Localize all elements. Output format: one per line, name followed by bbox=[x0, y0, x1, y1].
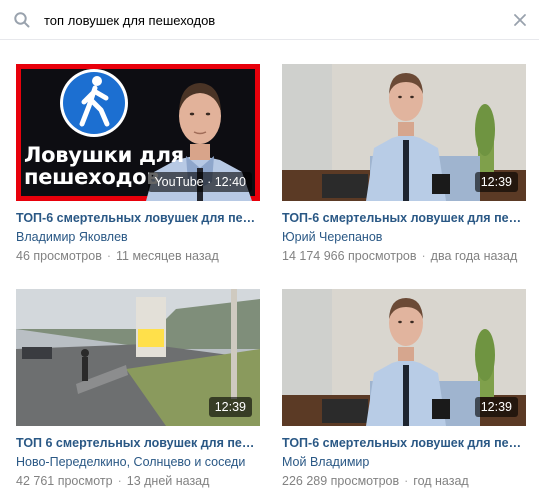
video-meta: 42 761 просмотр · 13 дней назад bbox=[16, 473, 260, 489]
search-input[interactable] bbox=[44, 9, 484, 31]
upload-age: два года назад bbox=[430, 249, 518, 263]
separator: · bbox=[117, 474, 122, 488]
video-meta: 226 289 просмотров · год назад bbox=[282, 473, 526, 489]
upload-age: 13 дней назад bbox=[126, 474, 210, 488]
duration-badge: 12:39 bbox=[474, 397, 518, 417]
close-icon[interactable] bbox=[512, 12, 528, 28]
upload-age: 11 месяцев назад bbox=[116, 249, 219, 263]
video-thumbnail[interactable]: 12:39 bbox=[16, 289, 260, 426]
channel-link[interactable]: Юрий Черепанов bbox=[282, 229, 526, 245]
channel-link[interactable]: Мой Владимир bbox=[282, 454, 526, 470]
video-title[interactable]: ТОП-6 смертельных ловушек для пешеходов bbox=[282, 435, 526, 451]
view-count: 14 174 966 просмотров bbox=[282, 249, 417, 263]
channel-link[interactable]: Владимир Яковлев bbox=[16, 229, 260, 245]
video-meta: 14 174 966 просмотров · два года назад bbox=[282, 248, 526, 264]
upload-age: год назад bbox=[413, 474, 469, 488]
video-card: 12:39 ТОП-6 смертельных ловушек для пеше… bbox=[282, 289, 526, 489]
view-count: 46 просмотров bbox=[16, 249, 102, 263]
duration-badge: 12:39 bbox=[208, 397, 252, 417]
headline-line-1: Ловушки для bbox=[24, 143, 184, 167]
video-thumbnail[interactable]: 12:39 bbox=[282, 64, 526, 201]
video-thumbnail[interactable]: 12:39 bbox=[282, 289, 526, 426]
video-card: Ловушки для пешеходов YouTube · 12:40 ТО… bbox=[16, 64, 260, 264]
channel-link[interactable]: Ново-Переделкино, Солнцево и соседи bbox=[16, 454, 260, 470]
separator: · bbox=[106, 249, 112, 263]
video-title[interactable]: ТОП 6 смертельных ловушек для пешеходов bbox=[16, 435, 260, 451]
separator: · bbox=[404, 474, 409, 488]
video-thumbnail[interactable]: Ловушки для пешеходов YouTube · 12:40 bbox=[16, 64, 260, 201]
video-meta: 46 просмотров · 11 месяцев назад bbox=[16, 248, 260, 264]
video-card: 12:39 ТОП 6 смертельных ловушек для пеше… bbox=[16, 289, 260, 489]
duration-badge: 12:39 bbox=[474, 172, 518, 192]
search-icon[interactable] bbox=[13, 11, 31, 29]
search-bar bbox=[0, 0, 539, 40]
separator: · bbox=[421, 249, 426, 263]
video-title[interactable]: ТОП-6 смертельных ловушек для пешеходов bbox=[282, 210, 526, 226]
view-count: 226 289 просмотров bbox=[282, 474, 400, 488]
view-count: 42 761 просмотр bbox=[16, 474, 113, 488]
video-card: 12:39 ТОП-6 смертельных ловушек для пеше… bbox=[282, 64, 526, 264]
video-title[interactable]: ТОП-6 смертельных ловушек для пешеходов bbox=[16, 210, 260, 226]
duration-badge: YouTube · 12:40 bbox=[148, 172, 252, 192]
